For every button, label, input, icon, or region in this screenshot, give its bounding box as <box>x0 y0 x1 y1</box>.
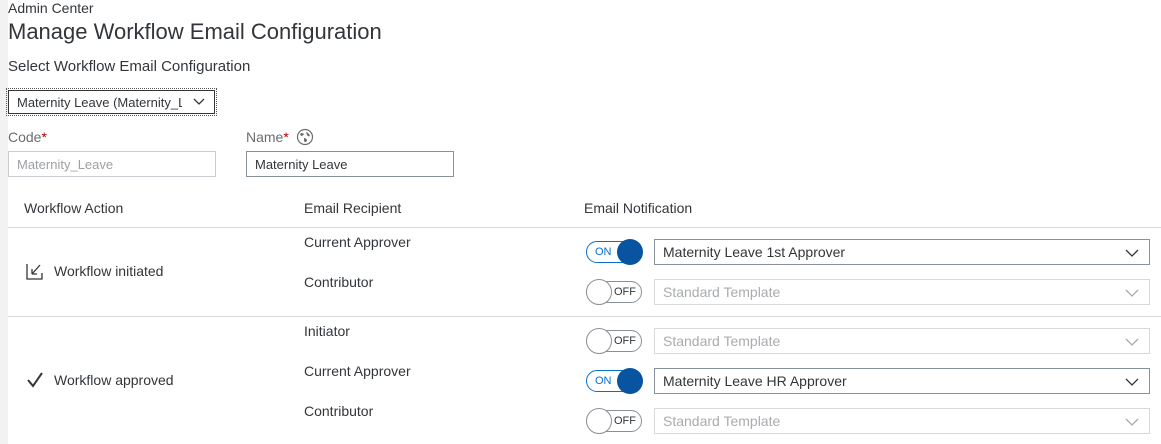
chevron-down-icon <box>1125 338 1139 346</box>
name-label: Name* <box>246 128 314 146</box>
column-header-workflow-action: Workflow Action <box>24 200 124 216</box>
chevron-down-icon <box>1125 378 1139 386</box>
recipient-label: Initiator <box>304 323 350 339</box>
required-mark: * <box>41 129 47 145</box>
email-toggle-on[interactable]: ON <box>586 239 644 265</box>
email-template-select[interactable]: Maternity Leave HR Approver <box>654 368 1150 394</box>
recipient-label: Current Approver <box>304 234 411 250</box>
email-template-select: Standard Template <box>654 408 1150 434</box>
code-field: Maternity_Leave <box>8 151 216 177</box>
toggle-state-label: OFF <box>614 286 636 298</box>
email-toggle-off[interactable]: OFF <box>586 279 644 305</box>
email-template-value: Standard Template <box>663 333 781 349</box>
left-edge-strip <box>0 0 8 444</box>
email-toggle-on[interactable]: ON <box>586 368 644 394</box>
select-config-label: Select Workflow Email Configuration <box>8 58 251 75</box>
workflow-initiated-icon <box>26 264 43 280</box>
workflow-action-approved: Workflow approved <box>24 369 174 391</box>
page-title: Manage Workflow Email Configuration <box>8 19 382 44</box>
toggle-state-label: OFF <box>614 335 636 347</box>
workflow-action-initiated: Workflow initiated <box>24 260 163 282</box>
toggle-knob <box>617 368 643 394</box>
recipient-label: Contributor <box>304 403 374 419</box>
config-select[interactable]: Maternity Leave (Maternity_Leave) <box>6 88 217 116</box>
recipient-label: Current Approver <box>304 363 411 379</box>
toggle-state-label: ON <box>595 246 612 258</box>
name-field[interactable]: Maternity Leave <box>246 151 454 177</box>
toggle-knob <box>586 408 612 434</box>
email-template-select[interactable]: Maternity Leave 1st Approver <box>654 239 1150 265</box>
email-toggle-off[interactable]: OFF <box>586 328 644 354</box>
group-divider <box>8 316 1161 317</box>
toggle-knob <box>586 328 612 354</box>
code-label-text: Code <box>8 129 42 145</box>
email-template-select: Standard Template <box>654 279 1150 305</box>
chevron-down-icon <box>1125 289 1139 297</box>
toggle-state-label: ON <box>595 375 612 387</box>
config-select-value: Maternity Leave (Maternity_Leave) <box>17 94 182 110</box>
workflow-action-label: Workflow initiated <box>54 263 164 279</box>
globe-icon[interactable] <box>296 128 314 146</box>
email-template-value: Maternity Leave HR Approver <box>663 373 847 389</box>
email-template-select: Standard Template <box>654 328 1150 354</box>
column-header-email-notification: Email Notification <box>584 200 693 216</box>
column-header-email-recipient: Email Recipient <box>304 200 402 216</box>
workflow-action-label: Workflow approved <box>54 372 174 388</box>
chevron-down-icon <box>1125 418 1139 426</box>
checkmark-icon <box>27 372 43 388</box>
email-template-value: Standard Template <box>663 413 781 429</box>
chevron-down-icon <box>193 98 205 105</box>
toggle-knob <box>586 279 612 305</box>
email-template-value: Standard Template <box>663 284 781 300</box>
recipient-label: Contributor <box>304 274 374 290</box>
email-toggle-off[interactable]: OFF <box>586 408 644 434</box>
chevron-down-icon <box>1125 249 1139 257</box>
code-label: Code* <box>8 128 47 146</box>
name-label-text: Name <box>246 129 284 145</box>
toggle-state-label: OFF <box>614 415 636 427</box>
breadcrumb[interactable]: Admin Center <box>8 0 94 16</box>
header-divider <box>8 227 1161 228</box>
toggle-knob <box>617 239 643 265</box>
required-mark: * <box>283 129 289 145</box>
email-template-value: Maternity Leave 1st Approver <box>663 244 846 260</box>
